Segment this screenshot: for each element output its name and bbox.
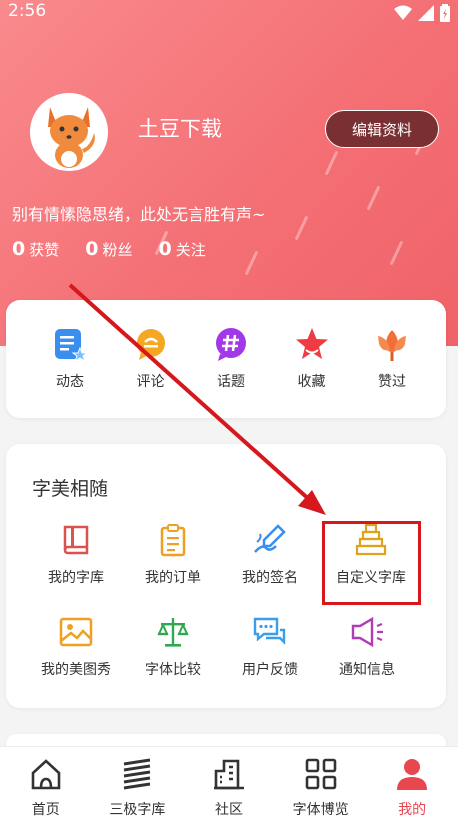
grid-label: 我的字库 — [48, 570, 104, 586]
quick-label: 话题 — [217, 374, 245, 390]
quick-label: 评论 — [136, 374, 165, 390]
scale-icon — [157, 618, 189, 647]
tab-font-library[interactable]: 三极字库 — [92, 757, 182, 819]
grid-label: 字体比较 — [145, 662, 201, 678]
megaphone-icon — [351, 616, 383, 648]
grid-item-feedback[interactable]: 用户反馈 — [222, 614, 318, 679]
building-icon — [213, 759, 244, 790]
grid-item-my-orders[interactable]: 我的订单 — [125, 522, 221, 587]
grid-label: 我的美图秀 — [41, 662, 111, 678]
clipboard-icon — [160, 524, 186, 557]
tab-home[interactable]: 首页 — [1, 757, 91, 819]
stat-label: 粉丝 — [102, 241, 133, 259]
wifi-icon — [394, 5, 412, 20]
layers-icon — [124, 758, 151, 790]
grid-label: 我的订单 — [145, 570, 201, 586]
edit-profile-button[interactable]: 编辑资料 — [325, 110, 439, 148]
quick-label: 赞过 — [378, 374, 406, 390]
grid-item-my-fonts[interactable]: 我的字库 — [28, 522, 124, 587]
quick-item-posts[interactable]: 动态 — [48, 326, 92, 391]
post-icon — [55, 329, 88, 362]
quick-item-favorites[interactable]: 收藏 — [290, 326, 334, 391]
grid-label: 通知信息 — [339, 662, 395, 678]
grid-item-font-compare[interactable]: 字体比较 — [125, 614, 221, 679]
battery-icon — [440, 4, 450, 22]
person-icon — [397, 759, 428, 790]
stat-likes[interactable]: 0 获赞 — [12, 238, 59, 260]
fox-avatar-icon — [48, 107, 95, 168]
stat-number: 0 — [158, 238, 172, 260]
status-bar: 2:56 — [0, 0, 458, 26]
book-icon — [63, 525, 89, 555]
tab-font-gallery[interactable]: 字体博览 — [276, 757, 366, 819]
grid-item-my-signature[interactable]: 我的签名 — [222, 522, 318, 587]
star-icon — [295, 328, 328, 359]
image-icon — [59, 617, 93, 647]
quick-item-liked[interactable]: 赞过 — [370, 326, 414, 391]
tab-label: 社区 — [214, 802, 243, 818]
quick-label: 收藏 — [297, 374, 326, 390]
bio-text: 别有情愫隐思绪，此处无言胜有声~ — [12, 205, 266, 224]
chat-icon — [253, 617, 286, 645]
grid-item-my-images[interactable]: 我的美图秀 — [28, 614, 124, 679]
status-time: 2:56 — [8, 1, 47, 21]
profile-header-background — [0, 0, 458, 346]
quick-label: 动态 — [56, 374, 84, 390]
tab-label: 三极字库 — [109, 802, 166, 818]
tab-mine[interactable]: 我的 — [367, 757, 457, 819]
highlight-box — [322, 521, 421, 605]
tab-label: 首页 — [31, 802, 60, 818]
profile-stats: 0 获赞 0 粉丝 0 关注 — [12, 238, 206, 260]
stat-number: 0 — [85, 238, 99, 260]
tab-label: 字体博览 — [292, 802, 349, 818]
grid-label: 用户反馈 — [242, 662, 298, 678]
bottom-tab-bar: 首页 三极字库 社区 字体博览 我的 — [0, 746, 458, 820]
stat-fans[interactable]: 0 粉丝 — [85, 238, 132, 260]
tab-community[interactable]: 社区 — [184, 757, 274, 819]
grid-item-notifications[interactable]: 通知信息 — [319, 614, 415, 679]
grid-label: 我的签名 — [242, 570, 298, 586]
signal-icon — [418, 5, 434, 21]
username: 土豆下载 — [138, 117, 222, 141]
quick-item-comments[interactable]: 评论 — [129, 326, 173, 391]
stat-label: 关注 — [175, 241, 206, 259]
flower-icon — [378, 330, 406, 361]
comment-icon — [136, 329, 165, 360]
stat-number: 0 — [12, 238, 26, 260]
stat-label: 获赞 — [29, 241, 60, 259]
hashtag-icon — [216, 328, 246, 361]
quick-item-topics[interactable]: 话题 — [209, 326, 253, 391]
home-icon — [31, 759, 61, 790]
section-title: 字美相随 — [32, 478, 109, 500]
quick-actions-card: 动态 评论 话题 收藏 赞过 — [6, 300, 446, 418]
stat-following[interactable]: 0 关注 — [159, 238, 206, 260]
avatar[interactable] — [30, 93, 108, 171]
grid-icon — [305, 758, 336, 790]
signature-icon — [254, 524, 286, 553]
tab-label: 我的 — [398, 802, 427, 818]
